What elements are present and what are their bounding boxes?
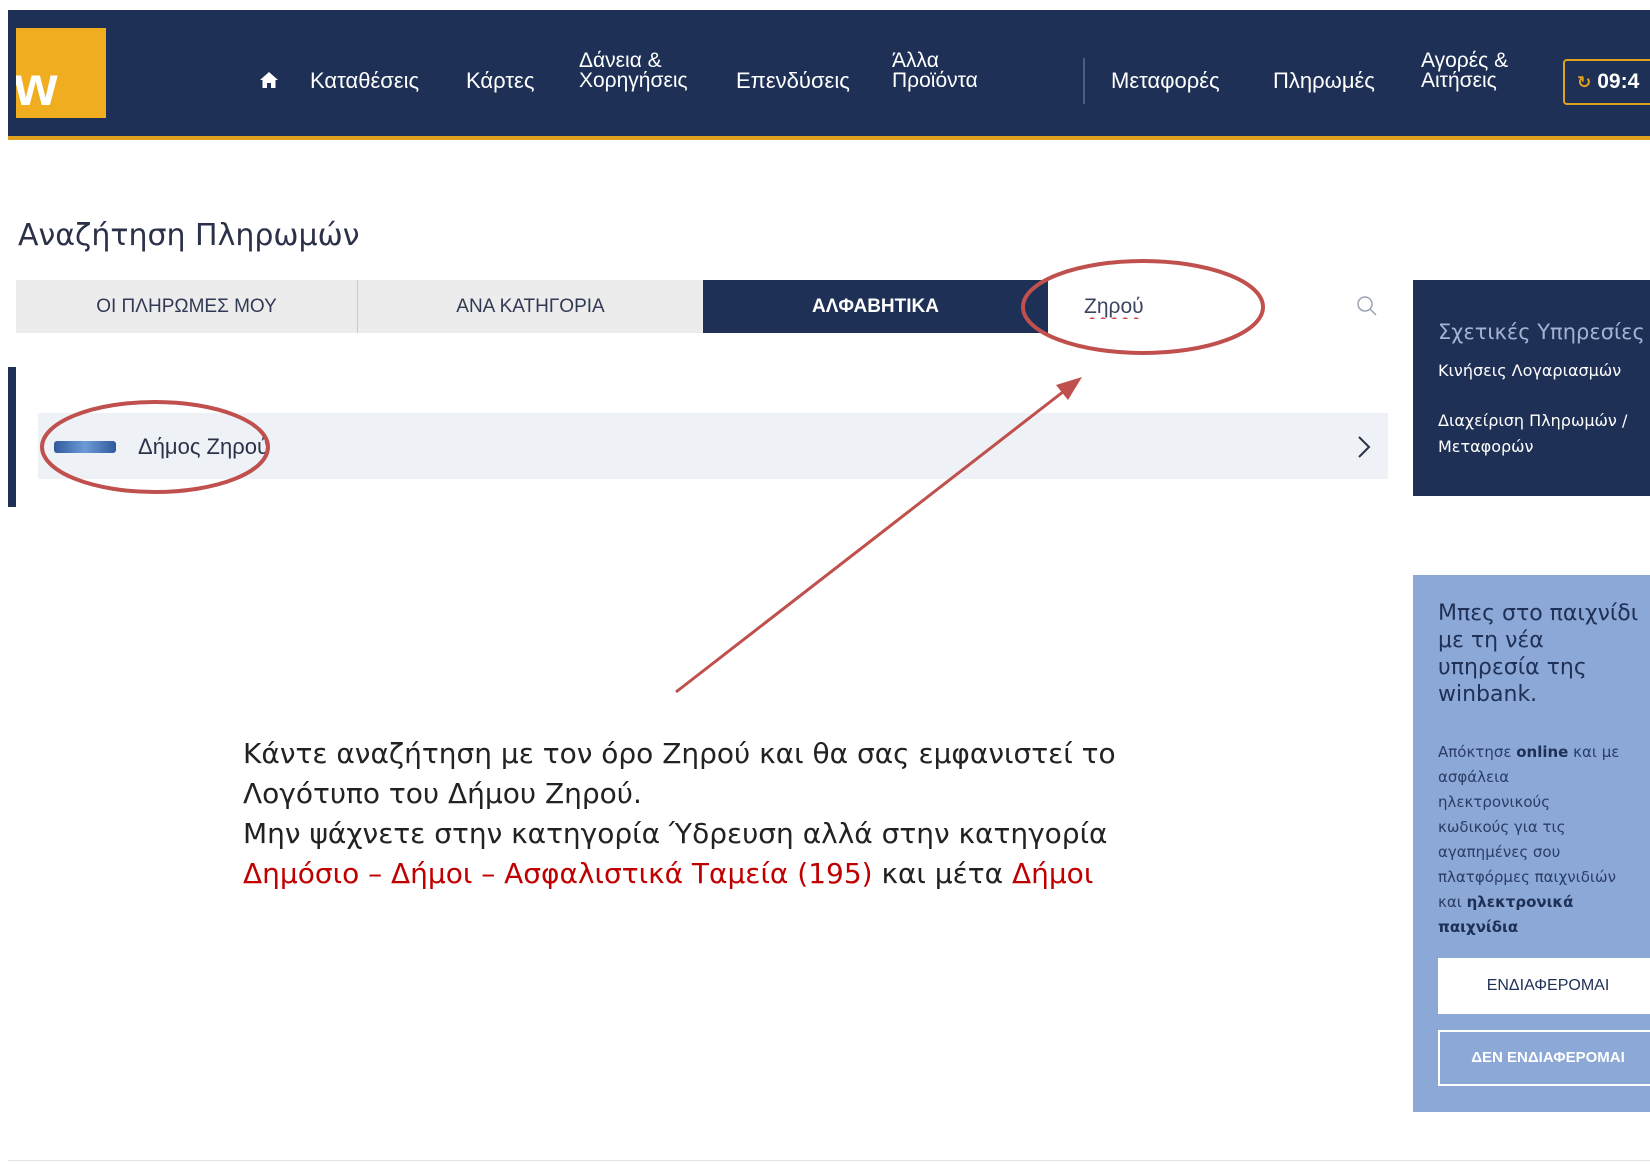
nav-deposits[interactable]: Καταθέσεις	[310, 70, 419, 92]
annotation-line-1: Κάντε αναζήτηση με τον όρο Ζηρού και θα …	[243, 737, 1116, 770]
promo-card: Μπες στο παιχνίδι με τη νέα υπηρεσία της…	[1413, 575, 1650, 1112]
related-services-panel: Σχετικές Υπηρεσίες Κινήσεις Λογαριασμών …	[1413, 280, 1650, 496]
nav-purchases[interactable]: Αγορές & Αιτήσεις	[1421, 49, 1509, 92]
nav-loans-line1: Δάνεια &	[579, 49, 662, 72]
nav-purchases-line1: Αγορές &	[1421, 49, 1509, 72]
promo-heading-line: υπηρεσία της	[1438, 655, 1587, 680]
nav-other-products[interactable]: Άλλα Προϊόντα	[892, 49, 978, 92]
chevron-right-icon[interactable]	[1356, 434, 1372, 460]
page-title: Αναζήτηση Πληρωμών	[18, 218, 360, 253]
municipality-logo	[54, 441, 116, 453]
promo-heading-line: με τη νέα	[1438, 628, 1544, 653]
link-manage-payments[interactable]: Διαχείριση Πληρωμών / Μεταφορών	[1438, 408, 1627, 460]
logo-letter: w	[16, 54, 58, 117]
annotation-subcategory: Δήμοι	[1011, 857, 1094, 890]
annotation-line-2: Λογότυπο του Δήμου Ζηρού.	[243, 777, 642, 810]
promo-body: Απόκτησε online και με ασφάλεια ηλεκτρον…	[1438, 740, 1650, 940]
session-timer[interactable]: ↻ 09:4	[1563, 59, 1650, 105]
home-icon[interactable]	[260, 72, 278, 88]
promo-heading-line: Μπες στο παιχνίδι	[1438, 601, 1639, 626]
annotation-category: Δημόσιο – Δήμοι – Ασφαλιστικά Ταμεία (19…	[243, 857, 873, 890]
promo-bold-games: ηλεκτρονικά	[1466, 893, 1574, 911]
related-services-title: Σχετικές Υπηρεσίες	[1438, 320, 1645, 344]
top-navigation-bar: w Καταθέσεις Κάρτες Δάνεια & Χορηγήσεις …	[8, 10, 1650, 140]
interested-button[interactable]: ΕΝΔΙΑΦΕΡΟΜΑΙ	[1438, 958, 1650, 1014]
promo-body-line: ηλεκτρονικούς	[1438, 793, 1551, 811]
promo-text: και	[1438, 893, 1467, 911]
nav-purchases-line2: Αιτήσεις	[1421, 69, 1497, 92]
link-manage-payments-line2: Μεταφορών	[1438, 437, 1534, 456]
nav-other-line2: Προϊόντα	[892, 69, 978, 92]
nav-cards[interactable]: Κάρτες	[466, 70, 534, 92]
refresh-icon: ↻	[1577, 73, 1592, 92]
search-input[interactable]	[1084, 292, 1324, 322]
nav-investments[interactable]: Επενδύσεις	[736, 70, 850, 92]
nav-other-line1: Άλλα	[892, 49, 939, 72]
annotation-line-3: Μην ψάχνετε στην κατηγορία Ύδρευση αλλά …	[243, 817, 1108, 850]
result-row[interactable]: Δήμος Ζηρού	[38, 413, 1388, 479]
promo-heading: Μπες στο παιχνίδι με τη νέα υπηρεσία της…	[1438, 600, 1650, 708]
result-label: Δήμος Ζηρού	[138, 434, 270, 459]
promo-heading-line: winbank.	[1438, 682, 1538, 707]
promo-bold-games-2: παιχνίδια	[1438, 918, 1519, 936]
not-interested-button[interactable]: ΔΕΝ ΕΝΔΙΑΦΕΡΟΜΑΙ	[1438, 1030, 1650, 1086]
promo-body-line: πλατφόρμες παιχνιδιών	[1438, 868, 1616, 886]
promo-body-line: αγαπημένες σου	[1438, 843, 1561, 861]
promo-body-line: ασφάλεια	[1438, 768, 1510, 786]
promo-text: Απόκτησε	[1438, 743, 1517, 761]
promo-text: και με	[1568, 743, 1620, 761]
annotation-overlay	[40, 259, 1265, 694]
nav-payments[interactable]: Πληρωμές	[1273, 70, 1375, 92]
winbank-logo[interactable]: w	[16, 28, 106, 118]
tab-by-category[interactable]: ΑΝΑ ΚΑΤΗΓΟΡΙΑ	[358, 280, 703, 333]
nav-transfers[interactable]: Μεταφορές	[1111, 70, 1220, 92]
link-account-transactions[interactable]: Κινήσεις Λογαριασμών	[1438, 358, 1621, 384]
promo-body-line: κωδικούς για τις	[1438, 818, 1566, 836]
search-icon[interactable]	[1356, 295, 1378, 317]
promo-bold-online: online	[1516, 743, 1569, 761]
link-manage-payments-line1: Διαχείριση Πληρωμών /	[1438, 411, 1628, 430]
nav-loans-line2: Χορηγήσεις	[579, 69, 688, 92]
tab-alphabetical[interactable]: ΑΛΦΑΒΗΤΙΚΑ	[703, 280, 1048, 333]
annotation-connector: και μέτα	[872, 857, 1012, 890]
annotation-text: Κάντε αναζήτηση με τον όρο Ζηρού και θα …	[243, 734, 1243, 894]
tab-my-payments[interactable]: ΟΙ ΠΛΗΡΩΜΕΣ ΜΟΥ	[16, 280, 357, 333]
session-timer-value: 09:4	[1597, 70, 1640, 93]
annotation-line-4: Δημόσιο – Δήμοι – Ασφαλιστικά Ταμεία (19…	[243, 854, 1243, 894]
page-bottom-border	[8, 1160, 1650, 1161]
nav-divider	[1083, 58, 1085, 104]
nav-loans[interactable]: Δάνεια & Χορηγήσεις	[579, 49, 688, 92]
search-box	[1048, 280, 1400, 333]
